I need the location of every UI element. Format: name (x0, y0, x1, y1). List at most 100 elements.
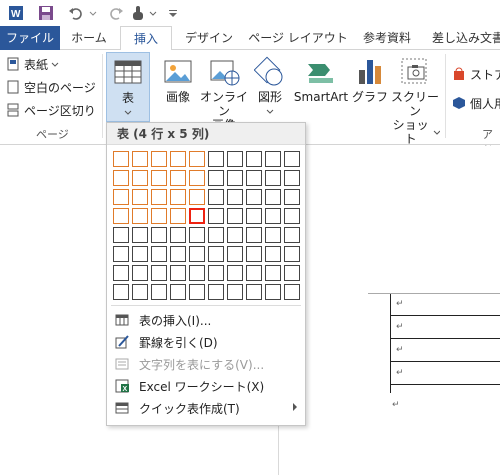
tab-mailings[interactable]: 差し込み文書 (428, 26, 500, 50)
grid-cell[interactable] (151, 265, 167, 281)
grid-cell[interactable] (151, 208, 167, 224)
tab-references[interactable]: 参考資料 (356, 26, 418, 50)
quick-table-menu-item[interactable]: クイック表作成(T) (109, 397, 303, 419)
grid-cell[interactable] (284, 227, 300, 243)
grid-cell[interactable] (284, 151, 300, 167)
document-table[interactable]: ↵ ↵ ↵ ↵ (368, 293, 500, 393)
grid-cell[interactable] (227, 151, 243, 167)
screenshot-button[interactable]: スクリーン ショット (390, 52, 440, 146)
grid-cell[interactable] (113, 246, 129, 262)
grid-cell[interactable] (170, 227, 186, 243)
grid-cell[interactable] (208, 189, 224, 205)
grid-cell[interactable] (113, 208, 129, 224)
grid-cell[interactable] (284, 284, 300, 300)
grid-cell[interactable] (170, 246, 186, 262)
grid-cell[interactable] (132, 151, 148, 167)
grid-cell[interactable] (265, 189, 281, 205)
grid-cell[interactable] (189, 227, 205, 243)
grid-cell[interactable] (170, 151, 186, 167)
grid-cell[interactable] (132, 189, 148, 205)
table-row[interactable]: ↵ (390, 293, 500, 316)
grid-cell[interactable] (189, 189, 205, 205)
grid-cell[interactable] (284, 189, 300, 205)
grid-cell[interactable] (132, 284, 148, 300)
shapes-button[interactable]: 図形 (252, 52, 288, 118)
grid-cell[interactable] (170, 189, 186, 205)
grid-cell[interactable] (265, 208, 281, 224)
grid-cell[interactable] (246, 284, 262, 300)
grid-cell[interactable] (208, 151, 224, 167)
grid-cell[interactable] (189, 170, 205, 186)
grid-cell[interactable] (208, 284, 224, 300)
grid-cell[interactable] (284, 170, 300, 186)
grid-cell[interactable] (151, 151, 167, 167)
undo-dropdown-icon[interactable] (88, 3, 98, 23)
grid-cell[interactable] (284, 208, 300, 224)
table-row[interactable]: ↵ (390, 316, 500, 339)
grid-cell[interactable] (208, 170, 224, 186)
tab-design[interactable]: デザイン (178, 26, 240, 50)
grid-cell[interactable] (132, 265, 148, 281)
grid-cell[interactable] (113, 170, 129, 186)
grid-cell[interactable] (246, 151, 262, 167)
grid-cell[interactable] (227, 246, 243, 262)
grid-cell[interactable] (246, 189, 262, 205)
tab-file[interactable]: ファイル (0, 26, 60, 50)
grid-cell[interactable] (208, 265, 224, 281)
grid-cell[interactable] (284, 265, 300, 281)
grid-cell[interactable] (189, 246, 205, 262)
grid-cell[interactable] (170, 170, 186, 186)
online-picture-button[interactable]: オンライン 画像 (200, 52, 248, 132)
grid-cell[interactable] (151, 246, 167, 262)
grid-cell[interactable] (265, 284, 281, 300)
store-button[interactable]: ストア (452, 64, 500, 84)
grid-cell[interactable] (189, 208, 205, 224)
grid-cell[interactable] (170, 208, 186, 224)
picture-button[interactable]: 画像 (160, 52, 196, 104)
grid-cell[interactable] (113, 189, 129, 205)
grid-cell[interactable] (208, 246, 224, 262)
touch-mode-dropdown-icon[interactable] (148, 3, 158, 23)
customize-icon[interactable] (166, 3, 180, 23)
smartart-button[interactable]: SmartArt (292, 52, 350, 104)
grid-cell[interactable] (265, 246, 281, 262)
tab-page-layout[interactable]: ページ レイアウト (248, 26, 348, 50)
page-break-button[interactable]: ページ区切り (6, 100, 96, 120)
grid-cell[interactable] (151, 227, 167, 243)
draw-table-menu-item[interactable]: 罫線を引く(D) (109, 331, 303, 353)
tab-home[interactable]: ホーム (64, 26, 114, 50)
cover-page-button[interactable]: 表紙 (6, 54, 59, 74)
grid-cell[interactable] (284, 246, 300, 262)
grid-cell[interactable] (113, 284, 129, 300)
grid-cell[interactable] (246, 246, 262, 262)
grid-cell[interactable] (170, 265, 186, 281)
grid-cell[interactable] (113, 227, 129, 243)
grid-cell[interactable] (189, 284, 205, 300)
grid-cell[interactable] (151, 170, 167, 186)
grid-cell[interactable] (246, 170, 262, 186)
grid-cell[interactable] (151, 284, 167, 300)
grid-cell[interactable] (227, 284, 243, 300)
grid-cell[interactable] (265, 151, 281, 167)
word-icon[interactable]: W (6, 3, 26, 23)
save-icon[interactable] (36, 3, 56, 23)
grid-cell[interactable] (132, 227, 148, 243)
table-row[interactable]: ↵ (390, 362, 500, 385)
insert-table-menu-item[interactable]: 表の挿入(I)... (109, 309, 303, 331)
grid-cell[interactable] (265, 227, 281, 243)
grid-cell[interactable] (227, 170, 243, 186)
grid-cell[interactable] (189, 151, 205, 167)
chart-button[interactable]: グラフ (352, 52, 388, 104)
table-button[interactable]: 表 (106, 52, 150, 122)
grid-cell[interactable] (246, 227, 262, 243)
table-size-grid[interactable] (111, 149, 307, 325)
grid-cell[interactable] (246, 265, 262, 281)
excel-worksheet-menu-item[interactable]: X Excel ワークシート(X) (109, 375, 303, 397)
grid-cell[interactable] (113, 151, 129, 167)
grid-cell[interactable] (265, 265, 281, 281)
grid-cell[interactable] (227, 265, 243, 281)
grid-cell[interactable] (208, 227, 224, 243)
table-row[interactable]: ↵ (390, 339, 500, 362)
grid-cell[interactable] (189, 265, 205, 281)
grid-cell[interactable] (132, 246, 148, 262)
